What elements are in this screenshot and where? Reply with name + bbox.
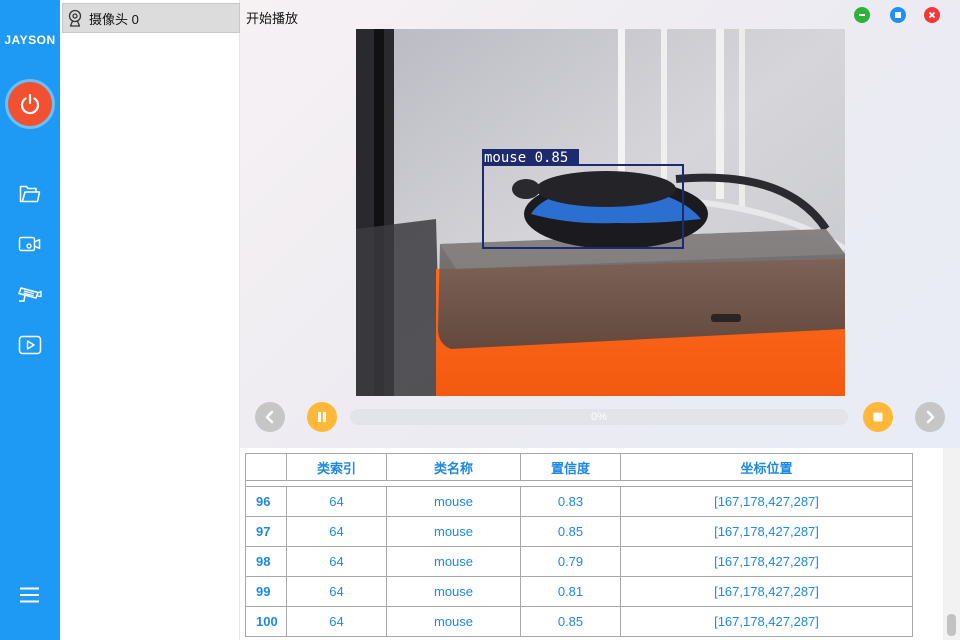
pause-button[interactable] bbox=[307, 402, 337, 432]
column-header-row-number[interactable] bbox=[245, 453, 287, 481]
power-button[interactable] bbox=[8, 82, 52, 126]
video-file-button[interactable] bbox=[15, 231, 45, 257]
row-number: 96 bbox=[245, 486, 287, 517]
play-video-icon bbox=[18, 335, 42, 355]
class-name-cell: mouse bbox=[386, 606, 521, 637]
class-index-cell: 64 bbox=[286, 546, 387, 577]
column-header-class-name[interactable]: 类名称 bbox=[386, 453, 521, 481]
video-frame: mouse 0.85 bbox=[356, 29, 845, 396]
class-name-cell: mouse bbox=[386, 546, 521, 577]
table-row[interactable]: 98 64 mouse 0.79 [167,178,427,287] bbox=[245, 546, 913, 577]
confidence-cell: 0.83 bbox=[520, 486, 621, 517]
play-video-button[interactable] bbox=[15, 332, 45, 358]
table-row[interactable]: 96 64 mouse 0.83 [167,178,427,287] bbox=[245, 486, 913, 517]
coordinates-cell: [167,178,427,287] bbox=[620, 546, 913, 577]
maximize-button[interactable] bbox=[890, 7, 906, 23]
camera-list-item[interactable]: 摄像头 0 bbox=[62, 3, 240, 33]
stop-button[interactable] bbox=[863, 402, 893, 432]
player-area: 开始播放 mouse 0.85 0% bbox=[240, 0, 960, 448]
coordinates-cell: [167,178,427,287] bbox=[620, 606, 913, 637]
table-row[interactable]: 97 64 mouse 0.85 [167,178,427,287] bbox=[245, 516, 913, 547]
column-header-coordinates[interactable]: 坐标位置 bbox=[620, 453, 913, 481]
coordinates-cell: [167,178,427,287] bbox=[620, 516, 913, 547]
camera-item-label: 摄像头 0 bbox=[89, 11, 139, 27]
results-table: 类索引 类名称 置信度 坐标位置 96 64 mouse 0.83 [167,1… bbox=[245, 453, 913, 637]
minimize-button[interactable] bbox=[854, 7, 870, 23]
maximize-icon bbox=[895, 12, 901, 18]
table-header-row: 类索引 类名称 置信度 坐标位置 bbox=[245, 453, 913, 481]
row-number: 100 bbox=[245, 606, 287, 637]
confidence-cell: 0.79 bbox=[520, 546, 621, 577]
camera-button[interactable] bbox=[15, 281, 45, 307]
stop-icon bbox=[873, 412, 883, 422]
webcam-icon bbox=[68, 9, 82, 27]
scrollbar-thumb[interactable] bbox=[947, 614, 956, 636]
open-folder-button[interactable] bbox=[15, 181, 45, 207]
confidence-cell: 0.85 bbox=[520, 516, 621, 547]
confidence-cell: 0.85 bbox=[520, 606, 621, 637]
detection-label: mouse 0.85 bbox=[484, 150, 568, 166]
table-row[interactable]: 99 64 mouse 0.81 [167,178,427,287] bbox=[245, 576, 913, 607]
chevron-right-icon bbox=[926, 410, 935, 424]
class-name-cell: mouse bbox=[386, 516, 521, 547]
table-row[interactable]: 100 64 mouse 0.85 [167,178,427,287] bbox=[245, 606, 913, 637]
vertical-scrollbar[interactable] bbox=[943, 448, 960, 640]
minimize-icon bbox=[859, 14, 865, 16]
next-button[interactable] bbox=[915, 402, 945, 432]
sidebar: JAYSON bbox=[0, 0, 60, 640]
previous-button[interactable] bbox=[255, 402, 285, 432]
hamburger-menu-icon bbox=[20, 587, 39, 603]
cctv-camera-icon bbox=[18, 287, 42, 302]
row-number: 98 bbox=[245, 546, 287, 577]
results-panel: 类索引 类名称 置信度 坐标位置 96 64 mouse 0.83 [167,1… bbox=[240, 448, 960, 640]
chevron-left-icon bbox=[265, 410, 274, 424]
pause-icon bbox=[318, 412, 326, 422]
class-name-cell: mouse bbox=[386, 486, 521, 517]
video-camera-icon bbox=[18, 236, 41, 252]
row-number: 97 bbox=[245, 516, 287, 547]
column-header-class-index[interactable]: 类索引 bbox=[286, 453, 387, 481]
folder-icon bbox=[19, 185, 41, 203]
confidence-cell: 0.81 bbox=[520, 576, 621, 607]
class-name-cell: mouse bbox=[386, 576, 521, 607]
coordinates-cell: [167,178,427,287] bbox=[620, 576, 913, 607]
power-icon bbox=[20, 93, 40, 115]
class-index-cell: 64 bbox=[286, 576, 387, 607]
close-button[interactable] bbox=[924, 7, 940, 23]
progress-bar[interactable]: 0% bbox=[350, 409, 848, 425]
coordinates-cell: [167,178,427,287] bbox=[620, 486, 913, 517]
brand-logo: JAYSON bbox=[4, 33, 56, 47]
column-header-confidence[interactable]: 置信度 bbox=[520, 453, 621, 481]
camera-feed-image: mouse 0.85 bbox=[356, 29, 845, 396]
close-icon bbox=[928, 11, 936, 19]
hamburger-menu-button[interactable] bbox=[18, 586, 42, 604]
class-index-cell: 64 bbox=[286, 486, 387, 517]
row-number: 99 bbox=[245, 576, 287, 607]
progress-text: 0% bbox=[591, 411, 607, 423]
class-index-cell: 64 bbox=[286, 606, 387, 637]
class-index-cell: 64 bbox=[286, 516, 387, 547]
camera-list: 摄像头 0 bbox=[60, 0, 240, 640]
page-title: 开始播放 bbox=[246, 11, 299, 26]
